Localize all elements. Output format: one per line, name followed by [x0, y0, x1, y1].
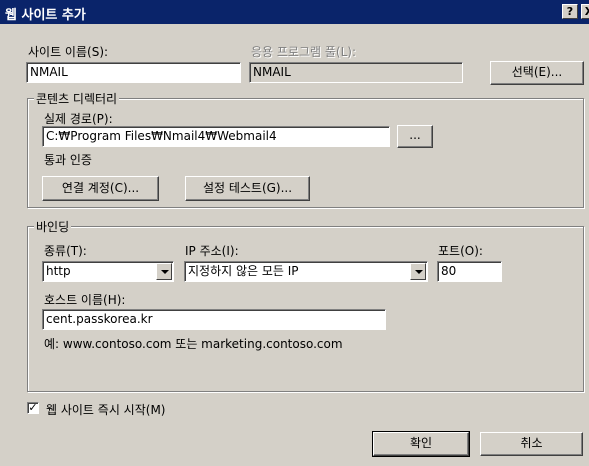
add-website-dialog: 웹 사이트 추가 ? X 사이트 이름(S): NMAIL 응용 프로그램 풀(… — [0, 0, 589, 466]
chevron-down-icon[interactable] — [156, 263, 172, 280]
select-app-pool-button[interactable]: 선택(E)... — [490, 61, 584, 85]
physical-path-label: 실제 경로(P): — [44, 112, 113, 126]
type-select-value: http — [46, 264, 71, 278]
title-bar: 웹 사이트 추가 ? X — [0, 0, 589, 24]
connect-as-button[interactable]: 연결 계정(C)... — [42, 176, 159, 201]
ip-address-select[interactable]: 지정하지 않은 모든 IP — [184, 261, 428, 282]
pass-through-auth-label: 통과 인증 — [44, 153, 92, 167]
host-name-example: 예: www.contoso.com 또는 marketing.contoso.… — [44, 337, 343, 351]
chevron-down-icon[interactable] — [410, 263, 426, 280]
ip-address-label: IP 주소(I): — [185, 244, 239, 258]
port-label: 포트(O): — [438, 244, 483, 258]
binding-legend: 바인딩 — [34, 218, 72, 235]
port-field[interactable]: 80 — [437, 261, 502, 282]
help-button[interactable]: ? — [562, 4, 578, 19]
start-immediately-checkbox[interactable]: ✓ — [27, 402, 39, 414]
physical-path-field[interactable]: C:₩Program Files₩Nmail4₩Webmail4 — [42, 126, 390, 147]
app-pool-label: 응용 프로그램 풀(L): — [251, 45, 357, 59]
site-name-label: 사이트 이름(S): — [28, 45, 109, 59]
content-directory-legend: 콘텐츠 디렉터리 — [34, 90, 120, 107]
site-name-field[interactable]: NMAIL — [26, 62, 241, 83]
browse-button[interactable]: ... — [397, 125, 433, 148]
host-name-label: 호스트 이름(H): — [44, 293, 126, 307]
type-label: 종류(T): — [44, 244, 87, 258]
host-name-field[interactable]: cent.passkorea.kr — [42, 309, 386, 330]
close-button[interactable]: X — [581, 4, 589, 19]
ok-button[interactable]: 확인 — [372, 431, 470, 457]
app-pool-field: NMAIL — [249, 62, 463, 83]
start-immediately-label[interactable]: 웹 사이트 즉시 시작(M) — [46, 401, 165, 418]
type-select[interactable]: http — [42, 261, 174, 282]
cancel-button[interactable]: 취소 — [480, 432, 583, 456]
window-title: 웹 사이트 추가 — [5, 8, 86, 23]
ip-address-select-value: 지정하지 않은 모든 IP — [188, 264, 299, 278]
test-settings-button[interactable]: 설정 테스트(G)... — [185, 176, 310, 201]
